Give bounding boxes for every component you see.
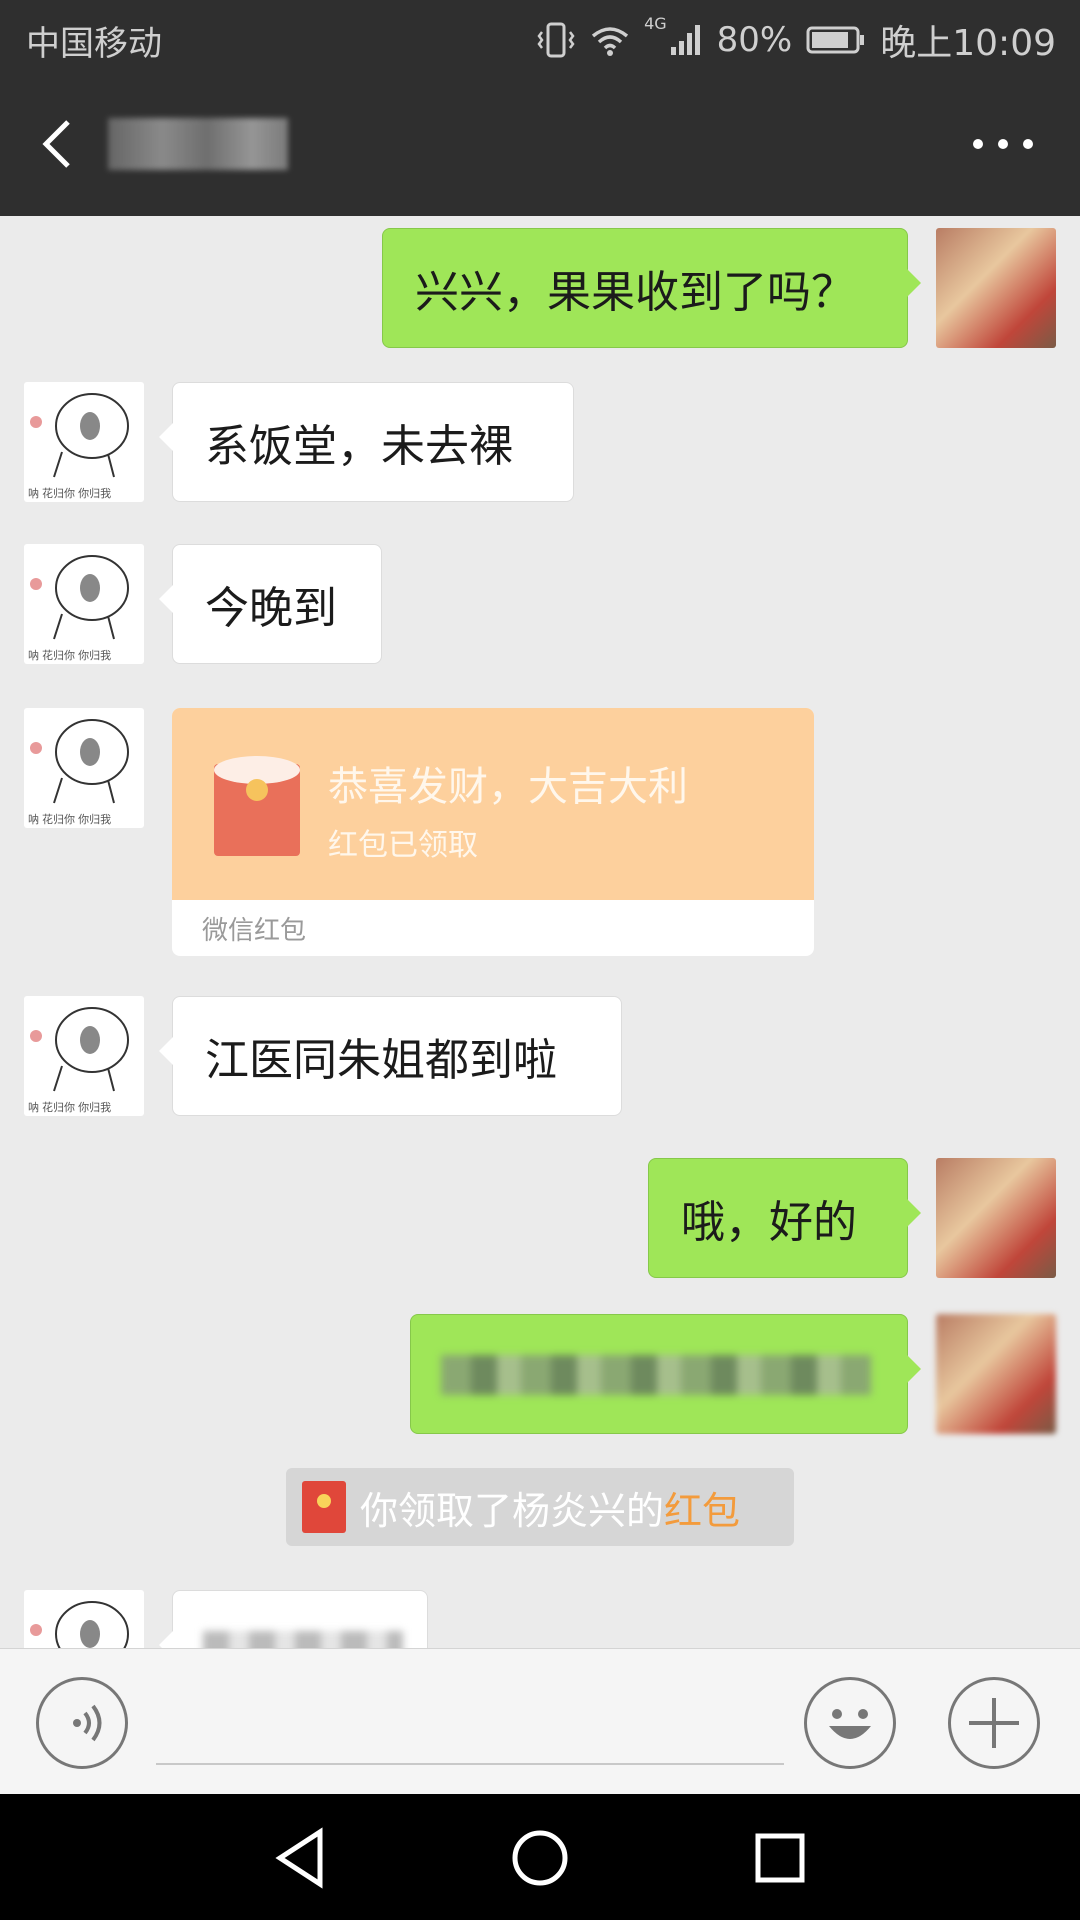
- meme-face-icon: 呐 花归你 你归我: [28, 719, 129, 826]
- contact-avatar[interactable]: 呐 花归你 你归我: [24, 708, 144, 828]
- my-avatar[interactable]: [936, 228, 1056, 348]
- plus-icon: [969, 1698, 1019, 1748]
- redacted-text: [441, 1355, 871, 1395]
- svg-text:呐 花归你 你归我: 呐 花归你 你归我: [28, 486, 111, 500]
- contact-avatar[interactable]: 呐 花归你 你归我: [24, 996, 144, 1116]
- emoji-button[interactable]: [804, 1677, 896, 1769]
- red-packet-link[interactable]: 红包: [664, 1480, 740, 1535]
- my-avatar[interactable]: [936, 1314, 1056, 1434]
- red-packet-message[interactable]: 恭喜发财，大吉大利 红包已领取 微信红包: [172, 708, 814, 956]
- status-icons: 4G 80% 晚上10:09: [536, 14, 1056, 66]
- chat-header: [0, 72, 1080, 216]
- system-nav-bar: [0, 1794, 1080, 1920]
- my-avatar[interactable]: [936, 1158, 1056, 1278]
- message-bubble-outgoing[interactable]: 哦，好的: [648, 1158, 921, 1278]
- svg-text:呐 花归你 你归我: 呐 花归你 你归我: [28, 1100, 111, 1114]
- carrier-label: 中国移动: [26, 24, 162, 64]
- message-bubble-incoming[interactable]: 系饭堂，未去裸: [159, 382, 574, 502]
- meme-face-icon: 呐 花归你 你归我: [28, 393, 129, 500]
- red-packet-title: 恭喜发财，大吉大利: [328, 764, 688, 810]
- voice-button[interactable]: [36, 1677, 128, 1769]
- message-text: 江医同朱姐都到啦: [205, 1035, 557, 1086]
- chat-title-redacted: [108, 118, 288, 170]
- battery-percent: 80%: [716, 20, 793, 60]
- message-bubble-outgoing-redacted[interactable]: [410, 1314, 921, 1434]
- svg-text:呐 花归你 你归我: 呐 花归你 你归我: [28, 648, 111, 662]
- meme-face-icon: 呐 花归你 你归我: [28, 555, 129, 662]
- message-input[interactable]: [156, 1689, 784, 1765]
- meme-face-icon: 呐 花归你 你归我: [28, 1007, 129, 1114]
- meme-face-icon: [30, 1601, 129, 1648]
- redacted-text: [203, 1631, 403, 1648]
- contact-avatar[interactable]: 呐 花归你 你归我: [24, 382, 144, 502]
- red-packet-status: 红包已领取: [328, 828, 478, 863]
- nav-back-icon[interactable]: [266, 1822, 338, 1894]
- message-bubble-incoming[interactable]: 今晚到: [159, 544, 382, 664]
- nav-home-icon[interactable]: [504, 1822, 576, 1894]
- contact-avatar[interactable]: 呐 花归你 你归我: [24, 544, 144, 664]
- signal-icon: [670, 25, 700, 55]
- message-bubble-outgoing[interactable]: 兴兴，果果收到了吗？: [382, 228, 921, 348]
- vibrate-icon: [537, 22, 575, 58]
- nav-recent-icon[interactable]: [744, 1822, 816, 1894]
- system-notice-text: 你领取了杨炎兴的: [360, 1488, 665, 1533]
- red-envelope-icon: [214, 756, 300, 856]
- more-actions-button[interactable]: [948, 1677, 1040, 1769]
- status-bar: 中国移动 4G 80% 晚上10:09: [0, 0, 1080, 72]
- message-bubble-incoming[interactable]: 江医同朱姐都到啦: [159, 996, 622, 1116]
- back-arrow-icon[interactable]: [38, 116, 78, 172]
- message-text: 哦，好的: [681, 1197, 857, 1248]
- message-text: 今晚到: [205, 583, 337, 634]
- clock: 晚上10:09: [880, 23, 1056, 64]
- network-type-label: 4G: [644, 14, 667, 33]
- emoji-icon: [829, 1709, 871, 1739]
- system-notice: 你领取了杨炎兴的 红包: [286, 1468, 794, 1546]
- message-text: 系饭堂，未去裸: [205, 421, 513, 472]
- svg-text:呐 花归你 你归我: 呐 花归你 你归我: [28, 812, 111, 826]
- input-bar: [0, 1648, 1080, 1795]
- contact-avatar[interactable]: [24, 1590, 144, 1648]
- battery-icon: [806, 26, 865, 54]
- red-packet-footer: 微信红包: [202, 916, 307, 946]
- message-bubble-incoming-redacted[interactable]: [159, 1590, 428, 1648]
- red-envelope-icon: [302, 1481, 346, 1533]
- message-list[interactable]: 兴兴，果果收到了吗？ 呐 花归你 你归我 系饭堂，未去裸 呐 花归你 你归我 今…: [0, 216, 1080, 1648]
- voice-icon: [73, 1704, 102, 1742]
- red-packet-body: 恭喜发财，大吉大利 红包已领取: [172, 708, 814, 900]
- message-text: 兴兴，果果收到了吗？: [415, 267, 855, 318]
- wifi-icon: [591, 27, 629, 56]
- more-dots-icon[interactable]: [968, 124, 1038, 164]
